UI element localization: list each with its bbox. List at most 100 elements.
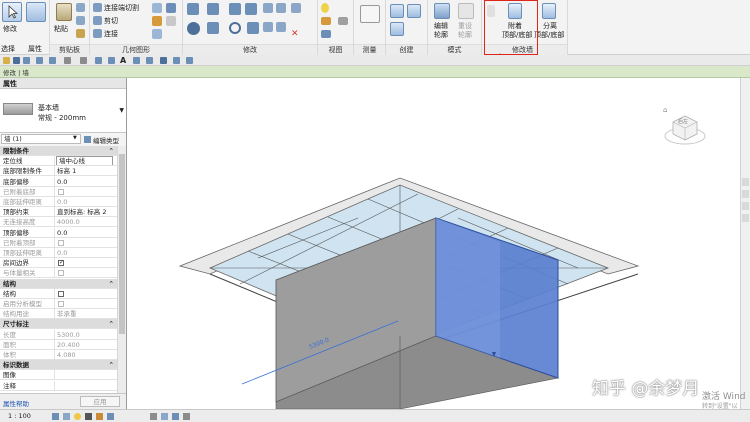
mirror-axis-icon[interactable]	[229, 3, 241, 15]
print-icon[interactable]	[64, 57, 71, 64]
hide-element-icon[interactable]	[161, 413, 168, 420]
thin-lines-icon[interactable]	[160, 57, 167, 64]
open-icon[interactable]	[3, 57, 10, 64]
text-icon[interactable]: A	[120, 57, 127, 65]
property-row[interactable]: 定位线 墙中心线	[0, 156, 117, 167]
mirror-draw-icon[interactable]	[245, 3, 257, 15]
property-row[interactable]: 顶部偏移 0.0	[0, 227, 117, 238]
create-parts-button[interactable]	[407, 4, 421, 18]
nav-bar-pan[interactable]	[742, 202, 749, 210]
nav-bar-orbit[interactable]	[742, 214, 749, 222]
delete-icon[interactable]: ✕	[291, 30, 299, 39]
property-row[interactable]: 无连接高度 4000.0	[0, 217, 117, 228]
viewport-scrollbar[interactable]	[740, 78, 750, 409]
scale-label[interactable]: 1 : 100	[8, 412, 31, 420]
geometry-item-2[interactable]: 连接	[104, 30, 118, 38]
model-viewport[interactable]: 5300.0 后左 ⌂	[128, 78, 740, 409]
sync-icon[interactable]	[23, 57, 30, 64]
shadows-icon[interactable]	[85, 413, 92, 420]
type-selector[interactable]: 基本墙 常规 - 200mm ▼	[0, 89, 126, 133]
property-row[interactable]: 底部限制条件 标高 1	[0, 166, 117, 177]
reset-profile-label-1[interactable]: 重设	[458, 22, 472, 30]
model-3d-view[interactable]: 5300.0	[128, 78, 740, 409]
reveal-hidden-icon[interactable]	[172, 413, 179, 420]
viewcube[interactable]: 后左 ⌂	[663, 106, 707, 150]
measure-qat-icon[interactable]	[80, 57, 87, 64]
match-icon[interactable]	[76, 29, 85, 38]
geometry-item-1[interactable]: 剪切	[104, 17, 118, 25]
property-row[interactable]: 长度 5300.0	[0, 329, 117, 340]
detach-label-2[interactable]: 顶部/底部	[534, 31, 564, 39]
analytical-icon[interactable]	[183, 413, 190, 420]
render-icon[interactable]	[96, 413, 103, 420]
detach-label-1[interactable]: 分离	[543, 22, 557, 30]
trim-icon[interactable]	[247, 22, 259, 34]
reset-profile-label-2[interactable]: 轮廓	[458, 31, 472, 39]
property-row[interactable]: 体积 4.080	[0, 350, 117, 360]
wall-joins-icon[interactable]	[152, 3, 162, 13]
reset-profile-button[interactable]	[458, 3, 474, 19]
sun-path-icon[interactable]	[74, 413, 81, 420]
scale-icon[interactable]	[263, 22, 273, 32]
3d-view-icon[interactable]	[133, 57, 140, 64]
type-dropdown-icon[interactable]: ▼	[119, 107, 124, 114]
property-row[interactable]: 启用分析模型	[0, 299, 117, 309]
paint-icon[interactable]	[152, 16, 162, 26]
detail-level-icon[interactable]	[52, 413, 59, 420]
select-label[interactable]: 选择	[1, 45, 15, 53]
property-checkbox[interactable]	[58, 258, 64, 268]
split-face-icon[interactable]	[152, 29, 162, 39]
property-row[interactable]: 注释	[0, 380, 117, 391]
property-row[interactable]: 图像	[0, 370, 117, 381]
modify-button[interactable]	[2, 2, 22, 22]
paste-label[interactable]: 粘贴	[54, 25, 68, 33]
section-icon[interactable]	[146, 57, 153, 64]
nav-bar-full-wheel[interactable]	[742, 178, 749, 186]
geometry-item-0[interactable]: 连接端切割	[104, 4, 139, 12]
property-row[interactable]: 结构用途 非承重	[0, 309, 117, 320]
copy-icon[interactable]	[76, 16, 85, 25]
move-icon[interactable]	[187, 22, 200, 35]
rotate-icon[interactable]	[229, 22, 241, 34]
split-icon[interactable]	[263, 3, 273, 13]
property-row[interactable]: 与体量相关	[0, 268, 117, 279]
property-category[interactable]: 结构 ⌃	[0, 278, 117, 289]
dimension-icon[interactable]	[95, 57, 102, 64]
visual-style-icon[interactable]	[63, 413, 70, 420]
props-scroll-thumb[interactable]	[119, 154, 125, 334]
create-assembly-button[interactable]	[390, 4, 404, 18]
property-category[interactable]: 尺寸标注 ⌃	[0, 319, 117, 330]
measure-button[interactable]	[360, 5, 380, 23]
cut-icon[interactable]	[76, 3, 85, 12]
cut-geometry-icon[interactable]	[93, 16, 102, 25]
linework-icon[interactable]	[321, 30, 331, 38]
copy-element-icon[interactable]	[207, 22, 219, 34]
viewcube-icon[interactable]	[663, 106, 707, 150]
properties-help-link[interactable]: 属性帮助	[3, 398, 29, 408]
property-category[interactable]: 限制条件 ⌃	[0, 146, 117, 156]
edit-type-icon[interactable]	[84, 136, 91, 143]
align-icon[interactable]	[187, 3, 199, 15]
detach-top-base-button[interactable]	[542, 3, 556, 19]
close-hidden-icon[interactable]	[173, 57, 180, 64]
edit-type-button[interactable]: 编辑类型	[93, 135, 119, 145]
array-icon[interactable]	[291, 3, 301, 13]
edit-profile-label-2[interactable]: 轮廓	[434, 31, 448, 39]
home-icon[interactable]: ⌂	[663, 106, 667, 114]
properties-button[interactable]	[26, 2, 46, 22]
edit-profile-label-1[interactable]: 编辑	[434, 22, 448, 30]
tag-icon[interactable]	[108, 57, 115, 64]
pin-icon[interactable]	[276, 22, 286, 32]
property-row[interactable]: 已附着底部	[0, 186, 117, 197]
property-row[interactable]: 底部偏移 0.0	[0, 176, 117, 187]
cope-icon[interactable]	[93, 3, 102, 12]
props-scrollbar[interactable]	[117, 146, 126, 393]
property-row[interactable]: 顶部约束 直到标高: 标高 2	[0, 207, 117, 218]
demolish-icon[interactable]	[166, 3, 176, 13]
split-gap-icon[interactable]	[276, 3, 286, 13]
crop-icon[interactable]	[107, 413, 114, 420]
save-icon[interactable]	[13, 57, 20, 64]
property-checkbox[interactable]	[58, 290, 64, 297]
nav-bar-zoom[interactable]	[742, 190, 749, 198]
create-group-button[interactable]	[390, 22, 404, 36]
